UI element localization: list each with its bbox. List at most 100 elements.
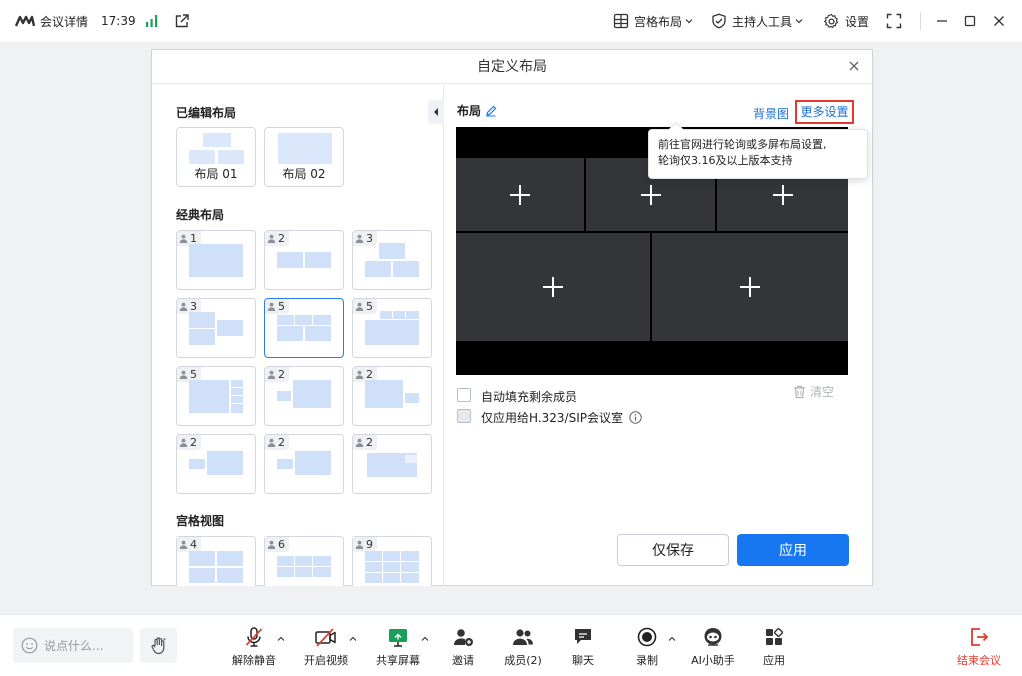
chevron-up-icon[interactable]: [277, 635, 285, 643]
classic-layout-card[interactable]: 3: [176, 298, 256, 358]
classic-layout-card[interactable]: 5: [352, 298, 432, 358]
ai-assistant-button[interactable]: AI小助手: [685, 625, 741, 669]
ai-robot-icon: [704, 628, 722, 646]
layout-block: [365, 562, 382, 572]
participant-count-badge: 4: [177, 537, 201, 552]
layout-block: [365, 551, 382, 561]
exit-icon: [971, 628, 989, 646]
raise-hand-button[interactable]: [140, 628, 177, 663]
classic-layout-card[interactable]: 1: [176, 230, 256, 290]
info-icon[interactable]: [629, 411, 642, 424]
classic-layout-card[interactable]: 2: [176, 434, 256, 494]
h323-only-checkbox[interactable]: [457, 409, 471, 423]
layout-block: [405, 455, 417, 463]
share-link-icon[interactable]: [174, 0, 190, 42]
layout-block: [277, 252, 303, 268]
person-icon: [179, 438, 188, 447]
layout-block: [405, 393, 419, 403]
person-icon: [267, 540, 276, 549]
grid-layout-button[interactable]: 宫格布局: [613, 0, 694, 42]
close-window-icon[interactable]: [993, 0, 1005, 42]
chevron-up-icon[interactable]: [421, 635, 429, 643]
classic-layout-card[interactable]: 2: [264, 434, 344, 494]
layout-block: [217, 568, 243, 583]
end-meeting-button[interactable]: 结束会议: [951, 625, 1007, 669]
layout-slot-add[interactable]: [456, 158, 584, 231]
members-button[interactable]: 成员(2): [495, 625, 551, 669]
autofill-checkbox[interactable]: [457, 388, 471, 402]
layout-block: [383, 551, 400, 561]
host-tools-button[interactable]: 主持人工具: [711, 0, 804, 42]
layout-block: [217, 320, 243, 336]
edited-layout-card-02[interactable]: 布局 02: [264, 127, 344, 187]
maximize-icon[interactable]: [964, 0, 976, 42]
more-settings-link[interactable]: 更多设置: [795, 100, 854, 124]
person-icon: [179, 302, 188, 311]
layout-block: [379, 243, 405, 259]
share-screen-icon: [389, 629, 407, 647]
save-only-button[interactable]: 仅保存: [617, 534, 729, 566]
apply-button[interactable]: 应用: [737, 534, 849, 566]
layout-block: [393, 261, 419, 277]
layout-block: [277, 315, 294, 325]
classic-layout-card[interactable]: 2: [352, 366, 432, 426]
record-label: 录制: [636, 654, 658, 667]
person-icon: [267, 438, 276, 447]
dialog-title: 自定义布局: [152, 50, 872, 84]
topbar-divider: [920, 12, 921, 30]
tooltip-line: 前往官网进行轮询或多屏布局设置,: [658, 138, 827, 151]
unmute-button[interactable]: 解除静音: [226, 625, 282, 669]
layout-slot-add[interactable]: [456, 233, 650, 341]
participant-count: 2: [366, 436, 373, 449]
clear-button[interactable]: 清空: [793, 383, 834, 400]
layout-block: [189, 380, 229, 413]
layout-slot-add[interactable]: [652, 233, 848, 341]
chat-button[interactable]: 聊天: [555, 625, 611, 669]
layout-block: [293, 380, 331, 408]
apps-button[interactable]: 应用: [746, 625, 802, 669]
layout-block: [277, 326, 303, 341]
invite-button[interactable]: 邀请: [435, 625, 491, 669]
layout-block: [313, 315, 331, 325]
participant-count-badge: 3: [353, 231, 377, 246]
collapse-pane-button[interactable]: [428, 100, 444, 124]
chevron-down-icon: [685, 19, 693, 24]
person-icon: [179, 370, 188, 379]
layout-block: [401, 562, 419, 572]
classic-layout-card[interactable]: 5: [176, 366, 256, 426]
minimize-icon[interactable]: [936, 0, 948, 42]
grid-layout-card[interactable]: 9: [352, 536, 432, 586]
background-image-link[interactable]: 背景图: [753, 105, 789, 122]
chevron-up-icon[interactable]: [668, 635, 676, 643]
classic-layout-card[interactable]: 3: [352, 230, 432, 290]
share-screen-button[interactable]: 共享屏幕: [370, 625, 426, 669]
grid-layout-card[interactable]: 4: [176, 536, 256, 586]
fullscreen-icon[interactable]: [886, 0, 902, 42]
classic-layout-card[interactable]: 2: [264, 366, 344, 426]
layout-editor-title: 布局: [457, 102, 497, 119]
classic-layout-card[interactable]: 2: [264, 230, 344, 290]
quick-chat-input[interactable]: 说点什么...: [13, 628, 133, 663]
edited-layout-label: 布局 02: [282, 167, 326, 181]
person-icon: [267, 370, 276, 379]
close-icon[interactable]: [846, 58, 862, 74]
grid-layout-card[interactable]: 6: [264, 536, 344, 586]
app-logo-icon: [15, 15, 35, 27]
layout-block: [380, 311, 392, 319]
layout-block: [189, 312, 215, 328]
classic-layout-card-selected[interactable]: 5: [264, 298, 344, 358]
participant-count-badge: 2: [265, 435, 289, 450]
ai-assistant-label: AI小助手: [691, 654, 735, 667]
edit-pencil-icon[interactable]: [485, 105, 497, 117]
edited-layout-card-01[interactable]: 布局 01: [176, 127, 256, 187]
start-video-button[interactable]: 开启视频: [298, 625, 354, 669]
meeting-details-button[interactable]: 会议详情: [15, 0, 88, 42]
record-icon: [637, 627, 657, 647]
record-button[interactable]: 录制: [619, 625, 675, 669]
chevron-up-icon[interactable]: [349, 635, 357, 643]
meeting-time: 17:39: [101, 14, 136, 28]
settings-button[interactable]: 设置: [823, 0, 869, 42]
classic-layout-card[interactable]: 2: [352, 434, 432, 494]
layout-block: [295, 556, 312, 566]
quick-chat-placeholder: 说点什么...: [44, 639, 104, 653]
